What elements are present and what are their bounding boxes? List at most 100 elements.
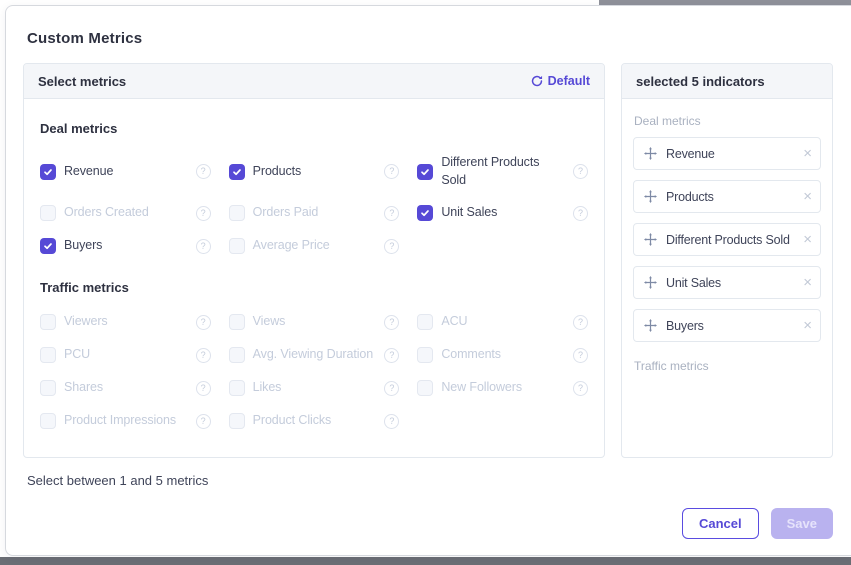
metric-checkbox-item[interactable]: Shares ? bbox=[40, 379, 211, 397]
metric-checkbox-item[interactable]: Avg. Viewing Duration ? bbox=[229, 346, 400, 364]
close-icon: × bbox=[803, 274, 812, 291]
drag-handle-icon[interactable] bbox=[644, 319, 657, 332]
metric-checkbox-item[interactable]: Comments ? bbox=[417, 346, 588, 364]
metric-checkbox-item[interactable]: Buyers ? bbox=[40, 237, 211, 255]
metric-checkbox-item[interactable]: Average Price ? bbox=[229, 237, 400, 255]
checkbox[interactable] bbox=[417, 205, 433, 221]
help-icon[interactable]: ? bbox=[573, 206, 588, 221]
background-bottom-bar bbox=[0, 557, 851, 565]
checkbox[interactable] bbox=[40, 380, 56, 396]
metric-checkbox-item[interactable]: Revenue ? bbox=[40, 154, 211, 189]
selected-indicators-body: Deal metrics Revenue × Products × bbox=[622, 99, 832, 457]
selection-hint: Select between 1 and 5 metrics bbox=[27, 473, 851, 488]
metric-checkbox-item[interactable]: Product Clicks ? bbox=[229, 412, 400, 430]
checkbox[interactable] bbox=[417, 314, 433, 330]
checkbox[interactable] bbox=[40, 347, 56, 363]
checkbox[interactable] bbox=[229, 380, 245, 396]
metric-label: Views bbox=[253, 313, 286, 331]
metric-checkbox-item[interactable]: Unit Sales ? bbox=[417, 204, 588, 222]
selected-metric-card: Different Products Sold × bbox=[633, 223, 821, 256]
help-icon[interactable]: ? bbox=[384, 239, 399, 254]
close-icon: × bbox=[803, 317, 812, 334]
metric-label: Product Impressions bbox=[64, 412, 176, 430]
check-icon bbox=[420, 167, 430, 177]
drag-handle-icon[interactable] bbox=[644, 190, 657, 203]
checkbox[interactable] bbox=[417, 347, 433, 363]
default-button[interactable]: Default bbox=[531, 74, 590, 88]
drag-handle-icon[interactable] bbox=[644, 276, 657, 289]
cancel-button[interactable]: Cancel bbox=[682, 508, 759, 539]
select-metrics-panel-header: Select metrics Default bbox=[24, 64, 604, 99]
help-icon[interactable]: ? bbox=[196, 164, 211, 179]
metric-checkbox-item[interactable]: ACU ? bbox=[417, 313, 588, 331]
drag-handle-icon[interactable] bbox=[644, 147, 657, 160]
metric-label: Viewers bbox=[64, 313, 108, 331]
selected-indicators-panel: selected 5 indicators Deal metrics Reven… bbox=[621, 63, 833, 458]
checkbox[interactable] bbox=[40, 413, 56, 429]
metric-label: Product Clicks bbox=[253, 412, 331, 430]
help-icon[interactable]: ? bbox=[196, 381, 211, 396]
checkbox[interactable] bbox=[40, 238, 56, 254]
custom-metrics-dialog: Custom Metrics Select metrics Default De… bbox=[5, 5, 851, 556]
help-icon[interactable]: ? bbox=[384, 348, 399, 363]
help-icon[interactable]: ? bbox=[384, 414, 399, 429]
drag-handle-icon[interactable] bbox=[644, 233, 657, 246]
metric-checkbox-item[interactable]: Different Products Sold ? bbox=[417, 154, 588, 189]
help-icon[interactable]: ? bbox=[573, 381, 588, 396]
metric-checkbox-item[interactable]: Likes ? bbox=[229, 379, 400, 397]
metric-checkbox-item[interactable]: Orders Created ? bbox=[40, 204, 211, 222]
metric-label: Different Products Sold bbox=[441, 154, 559, 189]
metric-label: Avg. Viewing Duration bbox=[253, 346, 373, 364]
help-icon[interactable]: ? bbox=[573, 348, 588, 363]
remove-metric-button[interactable]: × bbox=[803, 318, 812, 333]
help-icon[interactable]: ? bbox=[384, 381, 399, 396]
help-icon[interactable]: ? bbox=[384, 164, 399, 179]
help-icon[interactable]: ? bbox=[196, 239, 211, 254]
help-icon[interactable]: ? bbox=[573, 164, 588, 179]
selected-group-title: Traffic metrics bbox=[634, 359, 820, 373]
metric-label: Unit Sales bbox=[441, 204, 497, 222]
help-icon[interactable]: ? bbox=[573, 315, 588, 330]
metric-grid: Revenue ? Products ? Different Products … bbox=[40, 154, 588, 255]
checkbox[interactable] bbox=[229, 164, 245, 180]
checkbox[interactable] bbox=[229, 205, 245, 221]
dialog-title: Custom Metrics bbox=[27, 30, 851, 47]
check-icon bbox=[43, 241, 53, 251]
metric-label: Shares bbox=[64, 379, 103, 397]
metric-label: Buyers bbox=[64, 237, 102, 255]
metric-checkbox-item[interactable]: Product Impressions ? bbox=[40, 412, 211, 430]
help-icon[interactable]: ? bbox=[196, 315, 211, 330]
metric-checkbox-item[interactable]: Orders Paid ? bbox=[229, 204, 400, 222]
metric-label: Average Price bbox=[253, 237, 330, 255]
remove-metric-button[interactable]: × bbox=[803, 146, 812, 161]
selected-metric-card: Unit Sales × bbox=[633, 266, 821, 299]
checkbox[interactable] bbox=[40, 164, 56, 180]
checkbox[interactable] bbox=[40, 314, 56, 330]
checkbox[interactable] bbox=[229, 314, 245, 330]
checkbox[interactable] bbox=[40, 205, 56, 221]
metric-label: Likes bbox=[253, 379, 282, 397]
help-icon[interactable]: ? bbox=[196, 206, 211, 221]
help-icon[interactable]: ? bbox=[384, 315, 399, 330]
checkbox[interactable] bbox=[229, 238, 245, 254]
help-icon[interactable]: ? bbox=[196, 414, 211, 429]
help-icon[interactable]: ? bbox=[384, 206, 399, 221]
metric-label: Comments bbox=[441, 346, 501, 364]
checkbox[interactable] bbox=[417, 164, 433, 180]
remove-metric-button[interactable]: × bbox=[803, 232, 812, 247]
checkbox[interactable] bbox=[417, 380, 433, 396]
checkbox[interactable] bbox=[229, 347, 245, 363]
metric-checkbox-item[interactable]: New Followers ? bbox=[417, 379, 588, 397]
metric-label: ACU bbox=[441, 313, 467, 331]
metric-checkbox-item[interactable]: PCU ? bbox=[40, 346, 211, 364]
remove-metric-button[interactable]: × bbox=[803, 189, 812, 204]
metric-checkbox-item[interactable]: Viewers ? bbox=[40, 313, 211, 331]
check-icon bbox=[420, 208, 430, 218]
remove-metric-button[interactable]: × bbox=[803, 275, 812, 290]
checkbox[interactable] bbox=[229, 413, 245, 429]
selected-metric-label: Different Products Sold bbox=[666, 233, 790, 247]
metric-checkbox-item[interactable]: Views ? bbox=[229, 313, 400, 331]
save-button[interactable]: Save bbox=[771, 508, 833, 539]
metric-checkbox-item[interactable]: Products ? bbox=[229, 154, 400, 189]
help-icon[interactable]: ? bbox=[196, 348, 211, 363]
